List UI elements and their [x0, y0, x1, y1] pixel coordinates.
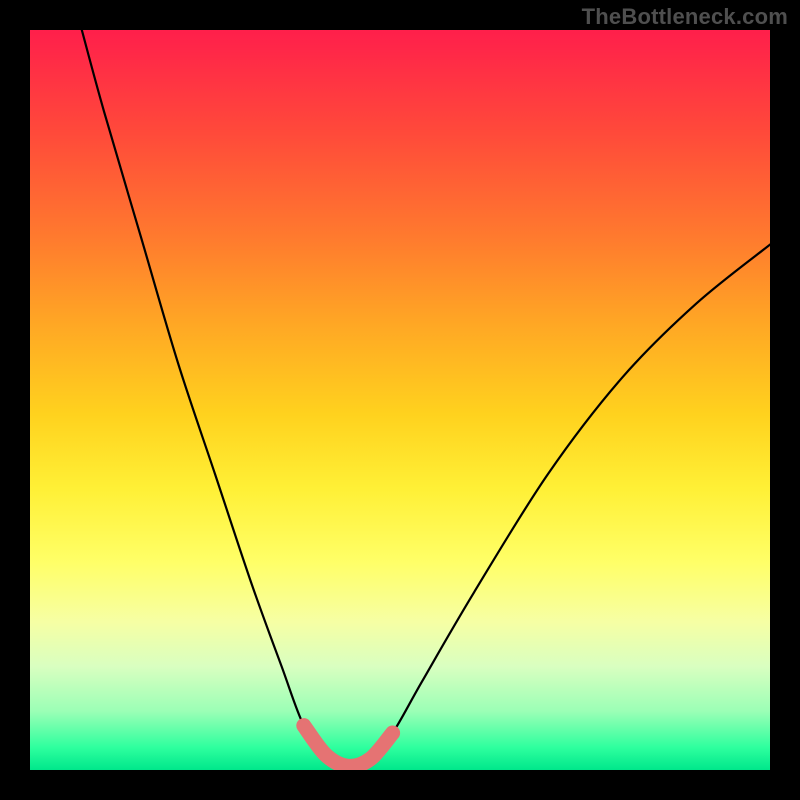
- bottleneck-curve: [82, 30, 770, 766]
- chart-frame: TheBottleneck.com: [0, 0, 800, 800]
- gradient-plot-area: [30, 30, 770, 770]
- watermark-text: TheBottleneck.com: [582, 4, 788, 30]
- highlight-segment: [304, 726, 393, 767]
- curve-layer: [30, 30, 770, 770]
